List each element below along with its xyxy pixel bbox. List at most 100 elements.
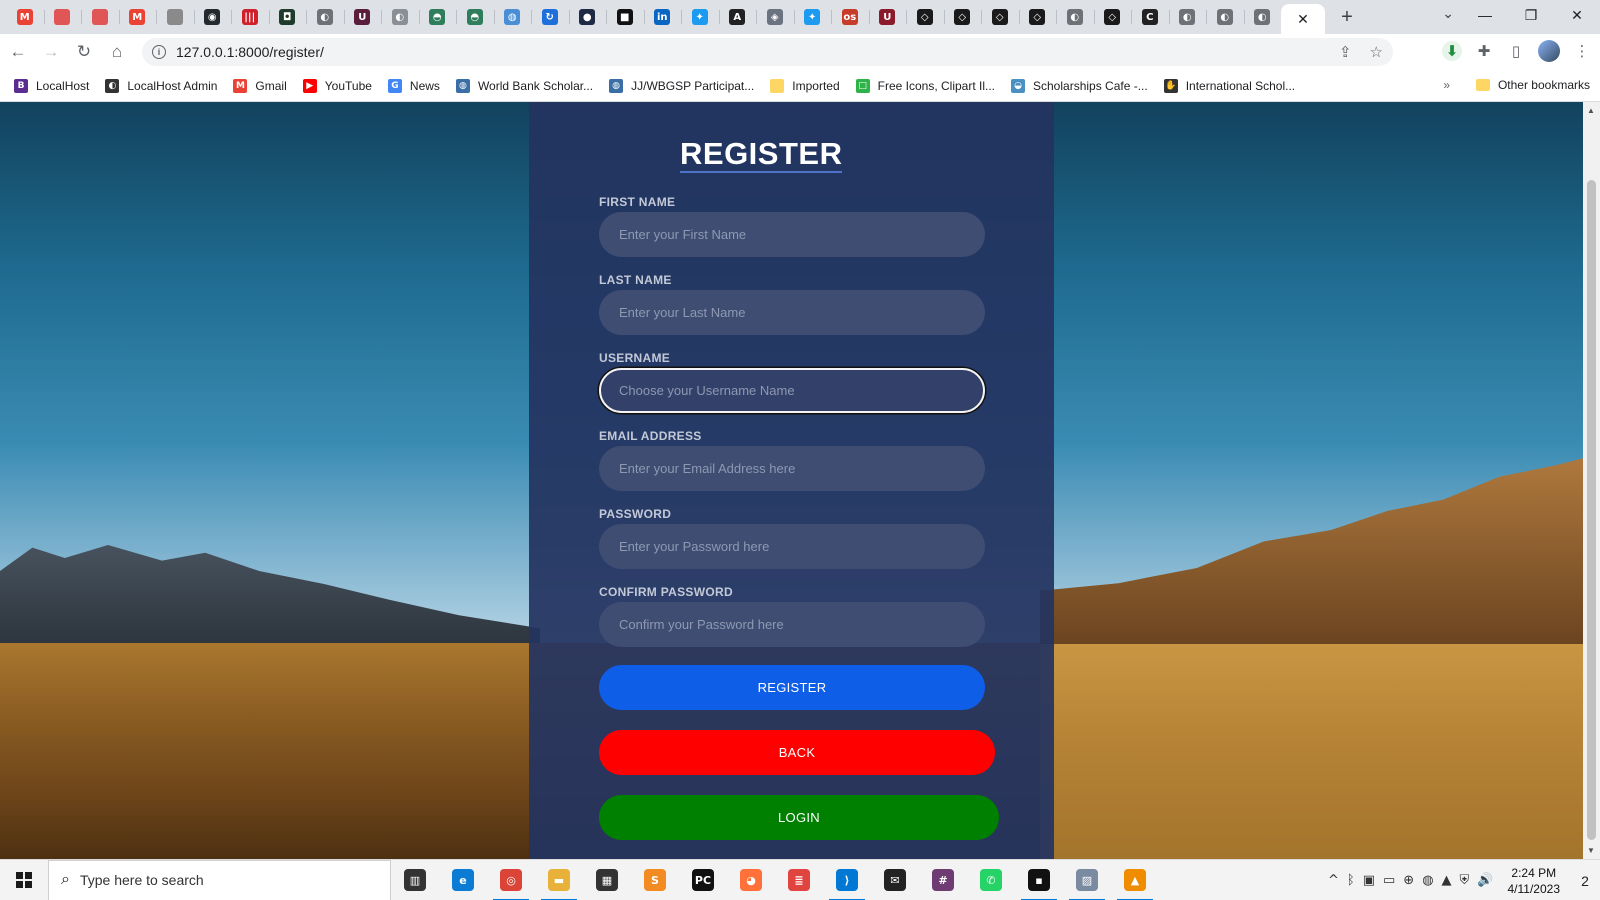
browser-tab[interactable] <box>81 0 119 34</box>
other-bookmarks[interactable]: Other bookmarks <box>1475 78 1590 92</box>
taskbar-app[interactable]: ◎ <box>487 860 535 900</box>
tray-icon[interactable]: ◍ <box>1422 873 1433 888</box>
browser-tab[interactable]: ◓ <box>418 0 457 34</box>
tray-icon[interactable]: ▭ <box>1383 873 1395 888</box>
taskbar-app[interactable]: ▲ <box>1111 860 1159 900</box>
active-tab[interactable]: ✕ <box>1281 4 1325 34</box>
browser-tab[interactable]: ||| <box>231 0 269 34</box>
minimize-button[interactable]: — <box>1462 7 1508 23</box>
browser-tab[interactable]: U <box>868 0 907 34</box>
bookmark-item[interactable]: ◐ LocalHost Admin <box>105 78 217 93</box>
taskbar-app[interactable]: ▥ <box>391 860 439 900</box>
home-button[interactable]: ⌂ <box>102 37 132 67</box>
browser-tab[interactable]: ◘ <box>268 0 307 34</box>
browser-tab[interactable]: U <box>343 0 382 34</box>
start-button[interactable] <box>0 860 48 900</box>
browser-tab[interactable]: ✦ <box>681 0 719 34</box>
browser-tab[interactable]: M <box>6 0 44 34</box>
browser-tab[interactable]: ◇ <box>981 0 1019 34</box>
browser-tab[interactable]: A <box>718 0 757 34</box>
tray-icon[interactable]: ▣ <box>1363 873 1375 888</box>
browser-tab[interactable]: ◐ <box>306 0 344 34</box>
last-name-input[interactable] <box>599 290 985 335</box>
taskbar-search-box[interactable]: ⌕ Type here to search <box>48 859 391 900</box>
url-text[interactable]: 127.0.0.1:8000/register/ <box>176 44 324 60</box>
tray-icon[interactable]: ⊕ <box>1403 873 1414 888</box>
browser-tab[interactable]: in <box>643 0 682 34</box>
bookmark-item[interactable]: B LocalHost <box>14 78 89 93</box>
bookmark-item[interactable]: G News <box>387 78 440 93</box>
tray-icon[interactable]: ▲ <box>1442 873 1452 888</box>
tray-icon[interactable]: ⛨ <box>1460 873 1470 888</box>
page-scrollbar[interactable]: ▲ ▼ <box>1583 102 1600 859</box>
taskbar-app[interactable]: ▨ <box>1063 860 1111 900</box>
taskbar-app[interactable]: e <box>439 860 487 900</box>
username-input[interactable] <box>599 368 985 413</box>
browser-tab[interactable]: C <box>1131 0 1169 34</box>
address-bar[interactable]: i 127.0.0.1:8000/register/ ⇪ ☆ <box>142 38 1393 66</box>
browser-tab[interactable]: ✦ <box>793 0 832 34</box>
profile-avatar[interactable] <box>1538 40 1560 62</box>
clock[interactable]: 2:24 PM 4/11/2023 <box>1508 865 1561 897</box>
bookmark-item[interactable]: Imported <box>770 78 840 93</box>
browser-tab[interactable]: ◐ <box>381 0 419 34</box>
browser-tab[interactable]: ◓ <box>456 0 494 34</box>
bookmark-star-icon[interactable]: ☆ <box>1370 43 1383 61</box>
bookmark-item[interactable]: ▶ YouTube <box>302 78 372 93</box>
scroll-up-icon[interactable]: ▲ <box>1587 106 1595 115</box>
taskbar-app[interactable]: ◕ <box>727 860 775 900</box>
bookmark-item[interactable]: □ Free Icons, Clipart Il... <box>855 78 995 93</box>
register-button[interactable]: REGISTER <box>599 665 985 710</box>
browser-tab[interactable]: ◉ <box>193 0 232 34</box>
tray-icon[interactable]: 🔊 <box>1477 873 1493 888</box>
chrome-menu-icon[interactable]: ⋮ <box>1572 42 1592 60</box>
bookmark-item[interactable]: ◒ Scholarships Cafe -... <box>1011 78 1148 93</box>
taskbar-app[interactable]: PC <box>679 860 727 900</box>
side-panel-icon[interactable]: ▯ <box>1506 42 1526 60</box>
more-bookmarks-icon[interactable]: » <box>1443 78 1450 92</box>
confirm-password-input[interactable] <box>599 602 985 647</box>
new-tab-button[interactable]: + <box>1333 3 1361 31</box>
browser-tab[interactable]: ↻ <box>531 0 569 34</box>
close-window-button[interactable]: ✕ <box>1554 7 1600 24</box>
taskbar-app[interactable]: S <box>631 860 679 900</box>
restore-button[interactable]: ❐ <box>1508 7 1554 24</box>
browser-tab[interactable]: ◐ <box>1168 0 1207 34</box>
tab-search-icon[interactable]: ⌄ <box>1442 5 1454 22</box>
bookmark-item[interactable]: ◍ World Bank Scholar... <box>455 78 593 93</box>
browser-tab[interactable] <box>156 0 194 34</box>
email-input[interactable] <box>599 446 985 491</box>
password-input[interactable] <box>599 524 985 569</box>
back-nav-button[interactable]: ← <box>3 37 33 67</box>
browser-tab[interactable]: ◇ <box>1093 0 1132 34</box>
browser-tab[interactable]: ◐ <box>1243 0 1282 34</box>
taskbar-app[interactable]: # <box>919 860 967 900</box>
reload-button[interactable]: ↻ <box>69 37 99 67</box>
bookmark-item[interactable]: ◍ JJ/WBGSP Participat... <box>609 78 754 93</box>
browser-tab[interactable]: ◍ <box>493 0 532 34</box>
taskbar-app[interactable]: ✉ <box>871 860 919 900</box>
browser-tab[interactable]: ◐ <box>1056 0 1094 34</box>
browser-tab[interactable]: ◇ <box>906 0 944 34</box>
extensions-puzzle-icon[interactable]: ✚ <box>1474 42 1494 60</box>
first-name-input[interactable] <box>599 212 985 257</box>
login-button[interactable]: LOGIN <box>599 795 999 840</box>
back-button[interactable]: BACK <box>599 730 995 775</box>
taskbar-app[interactable]: ▬ <box>535 860 583 900</box>
tray-icon[interactable]: ᛒ <box>1347 873 1355 888</box>
download-extension-icon[interactable]: ⬇ <box>1442 41 1462 61</box>
browser-tab[interactable]: ■ <box>606 0 644 34</box>
browser-tab[interactable]: ● <box>568 0 607 34</box>
scroll-down-icon[interactable]: ▼ <box>1587 846 1595 855</box>
taskbar-app[interactable]: ≣ <box>775 860 823 900</box>
tray-icon[interactable]: ^ <box>1328 873 1339 888</box>
browser-tab[interactable]: ◇ <box>943 0 982 34</box>
browser-tab[interactable]: ◐ <box>1206 0 1244 34</box>
browser-tab[interactable]: os <box>831 0 869 34</box>
browser-tab[interactable]: ◈ <box>756 0 794 34</box>
close-tab-icon[interactable]: ✕ <box>1297 11 1309 28</box>
scrollbar-thumb[interactable] <box>1587 180 1596 840</box>
notification-center-icon[interactable]: 2 <box>1570 873 1600 889</box>
taskbar-app[interactable]: ▦ <box>583 860 631 900</box>
taskbar-app[interactable]: ▪ <box>1015 860 1063 900</box>
